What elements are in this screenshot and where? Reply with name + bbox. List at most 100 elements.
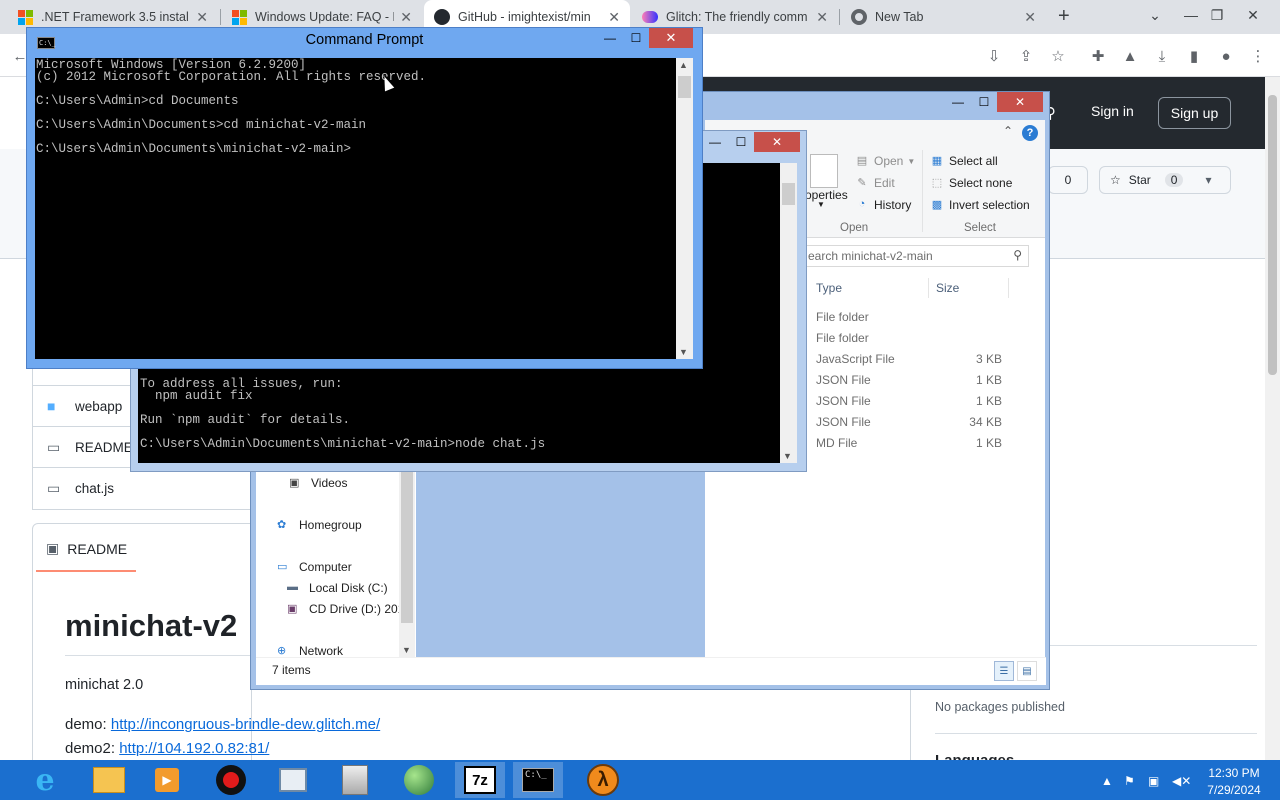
file-type[interactable]: JSON File [816, 415, 871, 429]
file-type[interactable]: JSON File [816, 394, 871, 408]
chevron-down-icon[interactable]: ▼ [817, 200, 825, 209]
file-type[interactable]: JavaScript File [816, 352, 895, 366]
globe-icon[interactable] [394, 762, 444, 798]
demo-link[interactable]: http://incongruous-brindle-dew.glitch.me… [111, 716, 380, 733]
sign-in-link[interactable]: Sign in [1091, 103, 1134, 119]
invert-selection-button[interactable]: ▩ Invert selection [930, 198, 1030, 212]
open-button[interactable]: ▤ Open ▼ [855, 154, 915, 168]
readme-tab[interactable]: ▣ README [46, 540, 127, 557]
window-icon[interactable] [268, 762, 318, 798]
7zip-icon[interactable]: 7z [455, 762, 505, 798]
nav-item-computer[interactable]: ▭ Computer [277, 560, 352, 574]
flag-icon[interactable]: ⚑ [1124, 774, 1135, 788]
maximize-icon[interactable]: ☐ [728, 132, 754, 152]
folder-icon[interactable] [84, 762, 134, 798]
lambda-icon[interactable]: λ [578, 762, 628, 798]
new-tab-button[interactable]: + [1058, 5, 1070, 28]
maximize-icon[interactable]: ☐ [623, 28, 649, 48]
close-icon[interactable]: ✕ [1024, 9, 1036, 26]
file-name[interactable]: README [75, 440, 133, 455]
browser-tab-new-tab[interactable]: New Tab ✕ [841, 0, 1046, 34]
search-input[interactable]: earch minichat-v2-main ⚲ [805, 245, 1029, 267]
search-icon[interactable]: ⚲ [1013, 248, 1022, 262]
demo2-link[interactable]: http://104.192.0.82:81/ [119, 740, 269, 757]
collapse-ribbon-icon[interactable]: ⌃ [1003, 124, 1013, 138]
close-window-icon[interactable]: ✕ [1230, 0, 1276, 30]
sign-up-button[interactable]: Sign up [1158, 97, 1231, 129]
close-icon[interactable]: ✕ [816, 9, 828, 26]
console-scrollbar[interactable]: ▼ [780, 163, 797, 463]
show-hidden-icons-icon[interactable]: ▲ [1101, 774, 1113, 788]
profile-icon[interactable]: ● [1214, 45, 1238, 67]
package-icon[interactable] [330, 762, 380, 798]
watch-count[interactable]: 0 [1048, 166, 1088, 194]
install-icon[interactable]: ⇩ [982, 45, 1006, 67]
drive-icon: ▬ [287, 581, 298, 593]
console-scrollbar[interactable]: ▲ ▼ [676, 58, 693, 359]
select-none-button[interactable]: ⬚ Select none [930, 176, 1013, 190]
history-button[interactable]: ◔ History [855, 198, 912, 212]
close-icon[interactable]: ✕ [400, 9, 412, 26]
file-type[interactable]: File folder [816, 310, 869, 324]
file-size: 1 KB [975, 373, 1002, 387]
share-icon[interactable]: ⇪ [1014, 45, 1038, 67]
bookmark-star-icon[interactable]: ☆ [1046, 45, 1070, 67]
nav-item-cd-drive[interactable]: ▣ CD Drive (D:) 201 [287, 602, 404, 616]
network-icon[interactable]: ▣ [1148, 774, 1159, 788]
ie-icon[interactable]: e [20, 762, 70, 798]
nav-scrollbar[interactable]: ▼ [399, 463, 415, 657]
minimize-icon[interactable]: — [945, 92, 971, 112]
system-clock[interactable]: 12:30 PM 7/29/2024 [1198, 765, 1270, 799]
divider [922, 150, 923, 232]
large-icons-view-icon[interactable]: ▤ [1017, 661, 1037, 681]
file-type[interactable]: JSON File [816, 373, 871, 387]
file-name[interactable]: chat.js [75, 481, 114, 496]
lambda-label: λ [587, 764, 619, 796]
nav-item-videos[interactable]: ▣ Videos [289, 476, 347, 490]
details-view-icon[interactable]: ☰ [994, 661, 1014, 681]
file-size: 1 KB [975, 436, 1002, 450]
menu-icon[interactable]: ⋮ [1246, 45, 1270, 67]
star-button[interactable]: ☆ Star 0 ▾ [1099, 166, 1231, 194]
nav-item-local-disk[interactable]: ▬ Local Disk (C:) [287, 581, 388, 595]
maximize-icon[interactable]: ☐ [971, 92, 997, 112]
properties-icon[interactable] [810, 154, 838, 188]
minimize-icon[interactable]: — [702, 132, 728, 152]
volume-muted-icon[interactable]: ◀✕ [1172, 774, 1191, 788]
column-header-size[interactable]: Size [936, 281, 959, 295]
record-icon[interactable] [206, 762, 256, 798]
media-icon[interactable]: ▶ [142, 762, 192, 798]
close-icon[interactable]: ✕ [754, 132, 800, 152]
console-line: C:\Users\Admin\Documents>cd minichat-v2-… [36, 118, 367, 132]
edit-button[interactable]: ✎ Edit [855, 176, 894, 190]
chevron-up-icon[interactable]: ▲ [679, 60, 688, 70]
lab-icon[interactable]: ▲ [1118, 45, 1142, 67]
list-item[interactable]: ▭ chat.js [32, 467, 252, 508]
chevron-down-icon[interactable]: ▼ [783, 451, 792, 461]
cmd-icon[interactable]: C:\_ [513, 762, 563, 798]
chrome-logo-icon [851, 9, 867, 25]
nav-item-network[interactable]: ⊕ Network [277, 644, 343, 658]
homegroup-icon: ✿ [277, 519, 287, 531]
page-scrollbar[interactable] [1265, 77, 1280, 760]
chevron-down-icon[interactable]: ▼ [679, 347, 688, 357]
extensions-icon[interactable]: ✚ [1086, 45, 1110, 67]
file-name[interactable]: webapp [75, 399, 122, 414]
close-icon[interactable]: ✕ [997, 92, 1043, 112]
file-type[interactable]: File folder [816, 331, 869, 345]
taskbar [0, 760, 1280, 800]
close-icon[interactable]: ✕ [649, 28, 693, 48]
side-panel-icon[interactable]: ▮ [1182, 45, 1206, 67]
minimize-icon[interactable]: — [597, 28, 623, 48]
properties-button[interactable]: operties [805, 188, 848, 202]
column-header-type[interactable]: Type [816, 281, 842, 295]
select-all-button[interactable]: ▦ Select all [930, 154, 998, 168]
download-icon[interactable]: ⤓ [1150, 45, 1174, 67]
close-icon[interactable]: ✕ [608, 9, 620, 26]
close-icon[interactable]: ✕ [196, 9, 208, 26]
chevron-down-icon[interactable]: ▼ [402, 645, 411, 655]
file-type[interactable]: MD File [816, 436, 857, 450]
help-icon[interactable]: ? [1022, 125, 1038, 141]
triangle-down-icon[interactable]: ▾ [1205, 173, 1211, 187]
nav-item-homegroup[interactable]: ✿ Homegroup [277, 518, 362, 532]
